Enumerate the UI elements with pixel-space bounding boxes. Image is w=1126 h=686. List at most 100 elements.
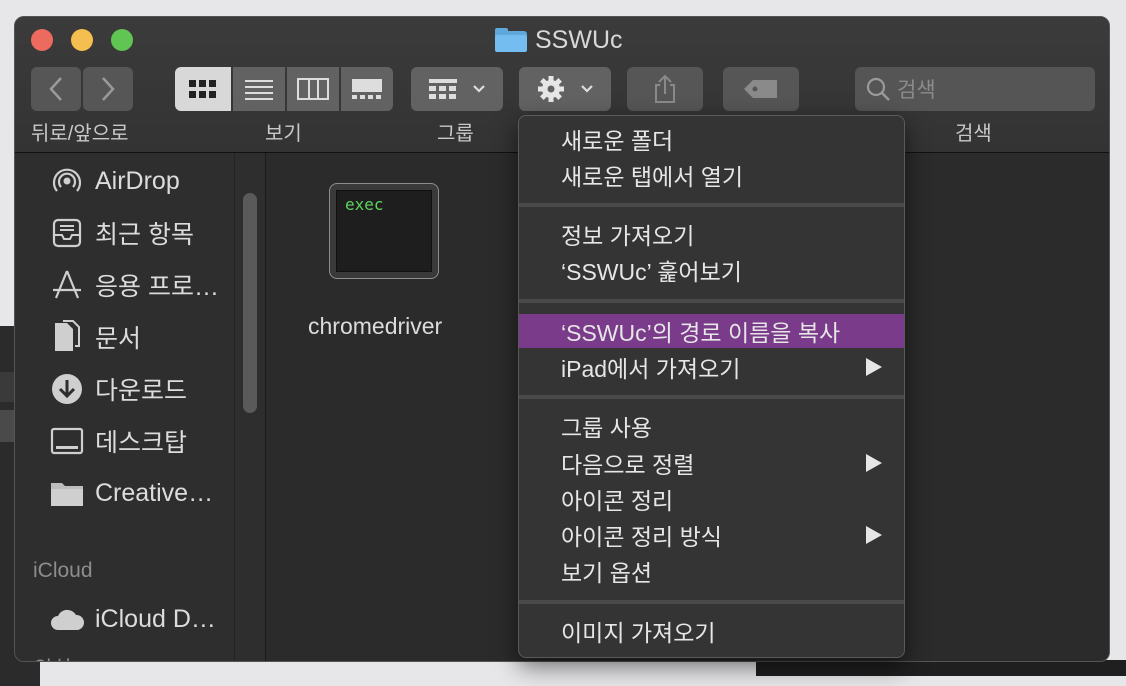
back-button[interactable] (31, 67, 81, 111)
sidebar-item-label: 데스크탑 (95, 429, 188, 457)
sidebar-item-documents[interactable]: 문서 (49, 317, 141, 357)
group-grid-icon (429, 79, 457, 99)
share-button[interactable] (627, 67, 703, 111)
menu-item-label: 정보 가져오기 (561, 223, 695, 249)
tag-button[interactable] (723, 67, 799, 111)
sidebar: AirDrop 최근 항목 응용 프로… 문서 다운로드 데스크탑 Creati… (15, 153, 266, 661)
list-view-button[interactable] (233, 67, 285, 111)
menu-item-label: iPad에서 가져오기 (561, 356, 741, 382)
menu-item-label: 보기 옵션 (561, 560, 653, 586)
menu-item-label: 아이콘 정리 방식 (561, 524, 722, 550)
sidebar-item-label: 문서 (95, 325, 142, 353)
cloud-icon (49, 601, 85, 637)
menu-item-label: 다음으로 정렬 (561, 452, 695, 478)
sidebar-item-airdrop[interactable]: AirDrop (49, 161, 180, 201)
window-title-text: SSWUc (535, 25, 623, 54)
sidebar-section-locations: 위치 (33, 653, 72, 661)
menu-item-view-options[interactable]: 보기 옵션 (519, 554, 904, 588)
chevron-left-icon (49, 77, 62, 101)
icon-view-button[interactable] (175, 67, 231, 111)
submenu-arrow-icon (866, 358, 882, 376)
group-button[interactable] (411, 67, 503, 111)
menu-item-use-groups[interactable]: 그룹 사용 (519, 409, 904, 443)
columns-icon (297, 78, 329, 100)
close-button[interactable] (31, 29, 53, 51)
sidebar-item-downloads[interactable]: 다운로드 (49, 369, 187, 409)
sidebar-section-icloud: iCloud (33, 559, 93, 582)
column-view-button[interactable] (287, 67, 339, 111)
minimize-button[interactable] (71, 29, 93, 51)
menu-item-sort-by[interactable]: 다음으로 정렬 (519, 446, 904, 480)
back-forward-label: 뒤로/앞으로 (31, 123, 129, 145)
sidebar-item-label: AirDrop (95, 166, 180, 195)
search-placeholder: 검색 (897, 79, 936, 102)
tag-icon (744, 80, 777, 98)
sidebar-item-label: Creative… (95, 478, 214, 507)
share-icon (655, 74, 675, 103)
submenu-arrow-icon (866, 526, 882, 544)
download-icon (49, 371, 85, 407)
menu-item-label: ‘SSWUc’의 경로 이름을 복사 (561, 320, 841, 346)
window-title: SSWUc (495, 25, 623, 55)
menu-item-open-in-new-tab[interactable]: 새로운 탭에서 열기 (519, 158, 904, 192)
chevron-down-icon (473, 85, 485, 93)
search-icon (866, 77, 890, 101)
menu-item-get-info[interactable]: 정보 가져오기 (519, 217, 904, 251)
menu-item-clean-up[interactable]: 아이콘 정리 (519, 482, 904, 516)
group-label: 그룹 (437, 123, 474, 145)
sidebar-item-label: 응용 프로… (95, 273, 219, 301)
context-menu: 새로운 폴더 새로운 탭에서 열기 정보 가져오기 ‘SSWUc’ 훑어보기 ‘… (518, 115, 905, 658)
chevron-right-icon (102, 77, 115, 101)
menu-item-new-folder[interactable]: 새로운 폴더 (519, 122, 904, 156)
sidebar-item-label: 최근 항목 (95, 221, 194, 249)
view-label: 보기 (265, 123, 302, 145)
menu-item-import-images[interactable]: 이미지 가져오기 (519, 614, 904, 648)
search-field[interactable]: 검색 (855, 67, 1095, 111)
executable-file-icon[interactable]: exec (329, 183, 439, 279)
folder-icon (49, 475, 85, 511)
gallery-icon (352, 79, 382, 99)
menu-item-label: ‘SSWUc’ 훑어보기 (561, 259, 742, 285)
menu-item-copy-pathname[interactable]: ‘SSWUc’의 경로 이름을 복사 (519, 314, 904, 348)
menu-item-clean-up-by[interactable]: 아이콘 정리 방식 (519, 518, 904, 552)
menu-item-label: 새로운 탭에서 열기 (561, 164, 744, 190)
sidebar-scrollbar[interactable] (234, 153, 265, 661)
sidebar-item-label: iCloud D… (95, 604, 216, 633)
background-window-toolbar (0, 372, 14, 402)
menu-item-label: 그룹 사용 (561, 415, 653, 441)
applications-icon (49, 267, 85, 303)
menu-item-quick-look[interactable]: ‘SSWUc’ 훑어보기 (519, 253, 904, 287)
menu-item-label: 아이콘 정리 (561, 488, 674, 514)
scrollbar-thumb[interactable] (243, 193, 257, 413)
forward-button[interactable] (83, 67, 133, 111)
sidebar-item-recents[interactable]: 최근 항목 (49, 213, 194, 253)
menu-separator (519, 395, 904, 399)
sidebar-item-label: 다운로드 (95, 377, 188, 405)
document-icon (49, 319, 85, 355)
zoom-button[interactable] (111, 29, 133, 51)
exec-icon-text: exec (345, 195, 384, 214)
submenu-arrow-icon (866, 454, 882, 472)
background-window-bottom (756, 660, 1126, 676)
icon-grid-icon (189, 80, 216, 98)
background-window-strip (0, 410, 14, 442)
chevron-down-icon (581, 85, 593, 93)
gallery-view-button[interactable] (341, 67, 393, 111)
sidebar-item-creative[interactable]: Creative… (49, 473, 213, 513)
desktop-icon (49, 423, 85, 459)
sidebar-item-applications[interactable]: 응용 프로… (49, 265, 219, 305)
menu-separator (519, 203, 904, 207)
menu-item-label: 이미지 가져오기 (561, 620, 716, 646)
gear-icon (538, 76, 564, 102)
menu-separator (519, 600, 904, 604)
airdrop-icon (49, 163, 85, 199)
sidebar-item-desktop[interactable]: 데스크탑 (49, 421, 187, 461)
search-label: 검색 (955, 123, 992, 145)
menu-separator (519, 299, 904, 303)
action-button[interactable] (519, 67, 611, 111)
menu-item-import-from-ipad[interactable]: iPad에서 가져오기 (519, 350, 904, 384)
sidebar-item-icloud-drive[interactable]: iCloud D… (49, 599, 216, 639)
file-name[interactable]: chromedriver (308, 313, 442, 340)
folder-icon (495, 28, 527, 52)
list-icon (245, 80, 273, 100)
